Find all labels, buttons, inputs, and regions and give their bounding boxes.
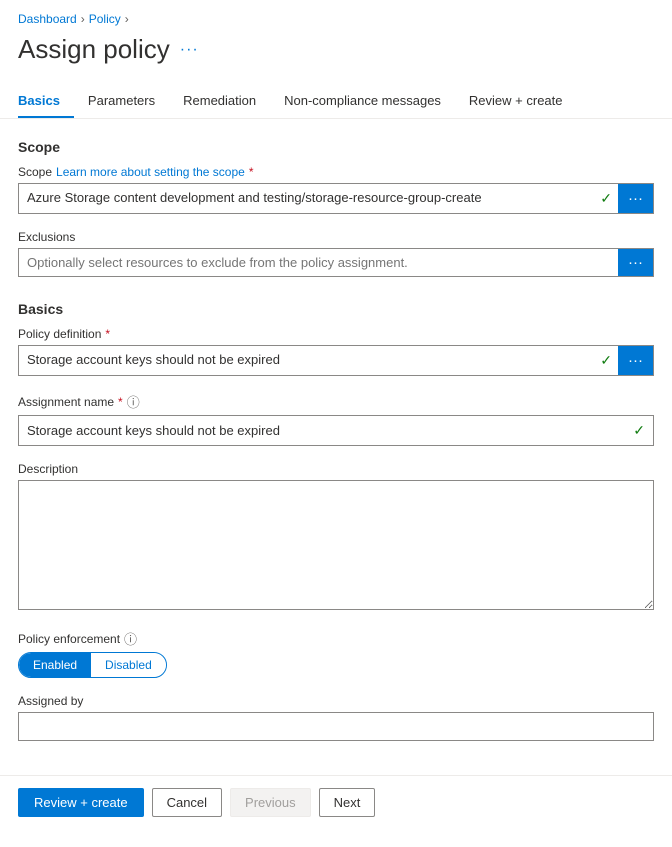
description-label: Description xyxy=(18,462,654,476)
policy-enforcement-toggle: Enabled Disabled xyxy=(18,652,167,678)
scope-required: * xyxy=(249,165,254,179)
review-create-button[interactable]: Review + create xyxy=(18,788,144,817)
scope-section: Scope Scope Learn more about setting the… xyxy=(18,139,654,277)
exclusions-input[interactable] xyxy=(19,249,618,276)
toggle-disabled-button[interactable]: Disabled xyxy=(91,653,166,677)
page-title: Assign policy xyxy=(18,34,170,65)
assigned-by-label: Assigned by xyxy=(18,694,654,708)
description-textarea[interactable] xyxy=(18,480,654,610)
main-content: Scope Scope Learn more about setting the… xyxy=(0,119,672,847)
next-button[interactable]: Next xyxy=(319,788,376,817)
assignment-name-info-icon[interactable]: ⓘ xyxy=(127,392,140,411)
scope-section-title: Scope xyxy=(18,139,654,155)
policy-def-browse-button[interactable]: ··· xyxy=(618,346,653,375)
policy-def-required: * xyxy=(105,327,110,341)
tab-non-compliance[interactable]: Non-compliance messages xyxy=(270,85,455,118)
previous-button: Previous xyxy=(230,788,311,817)
assignment-name-input-container: ✓ xyxy=(18,415,654,446)
tab-parameters[interactable]: Parameters xyxy=(74,85,169,118)
exclusions-browse-button[interactable]: ··· xyxy=(618,249,653,276)
policy-def-label: Policy definition * xyxy=(18,327,654,341)
page-header: Assign policy ··· xyxy=(0,30,672,85)
ellipsis-menu-button[interactable]: ··· xyxy=(180,41,199,59)
breadcrumb-sep-1: › xyxy=(81,12,85,26)
scope-input-container: Azure Storage content development and te… xyxy=(18,183,654,214)
assignment-name-field-group: Assignment name * ⓘ ✓ xyxy=(18,392,654,446)
policy-def-value: Storage account keys should not be expir… xyxy=(19,346,594,375)
assignment-name-label: Assignment name * ⓘ xyxy=(18,392,654,411)
assignment-name-check-icon: ✓ xyxy=(625,416,653,445)
policy-enforcement-field-group: Policy enforcement ⓘ Enabled Disabled xyxy=(18,629,654,678)
exclusions-label: Exclusions xyxy=(18,230,654,244)
tab-review-create[interactable]: Review + create xyxy=(455,85,577,118)
cancel-button[interactable]: Cancel xyxy=(152,788,222,817)
policy-def-check-icon: ✓ xyxy=(594,346,618,375)
tab-basics[interactable]: Basics xyxy=(18,85,74,118)
scope-field-group: Scope Learn more about setting the scope… xyxy=(18,165,654,214)
policy-def-field-group: Policy definition * Storage account keys… xyxy=(18,327,654,376)
description-field-group: Description xyxy=(18,462,654,613)
policy-enforcement-label: Policy enforcement ⓘ xyxy=(18,629,654,648)
exclusions-field-group: Exclusions ··· xyxy=(18,230,654,277)
policy-def-input-container: Storage account keys should not be expir… xyxy=(18,345,654,376)
toggle-enabled-button[interactable]: Enabled xyxy=(19,653,91,677)
assigned-by-field-group: Assigned by xyxy=(18,694,654,741)
assignment-name-input[interactable] xyxy=(19,416,625,445)
assignment-name-required: * xyxy=(118,395,123,409)
policy-enforcement-info-icon[interactable]: ⓘ xyxy=(124,629,137,648)
scope-label: Scope Learn more about setting the scope… xyxy=(18,165,654,179)
breadcrumb: Dashboard › Policy › xyxy=(0,0,672,30)
breadcrumb-sep-2: › xyxy=(125,12,129,26)
basics-section: Basics Policy definition * Storage accou… xyxy=(18,301,654,741)
scope-check-icon: ✓ xyxy=(594,184,618,213)
breadcrumb-policy[interactable]: Policy xyxy=(89,12,121,26)
scope-value-display: Azure Storage content development and te… xyxy=(19,184,594,213)
tabs-container: Basics Parameters Remediation Non-compli… xyxy=(0,85,672,119)
basics-section-title: Basics xyxy=(18,301,654,317)
breadcrumb-dashboard[interactable]: Dashboard xyxy=(18,12,77,26)
exclusions-input-container: ··· xyxy=(18,248,654,277)
scope-learn-more-link[interactable]: Learn more about setting the scope xyxy=(56,165,245,179)
assigned-by-input[interactable] xyxy=(18,712,654,741)
footer: Review + create Cancel Previous Next xyxy=(0,775,672,829)
scope-browse-button[interactable]: ··· xyxy=(618,184,653,213)
tab-remediation[interactable]: Remediation xyxy=(169,85,270,118)
